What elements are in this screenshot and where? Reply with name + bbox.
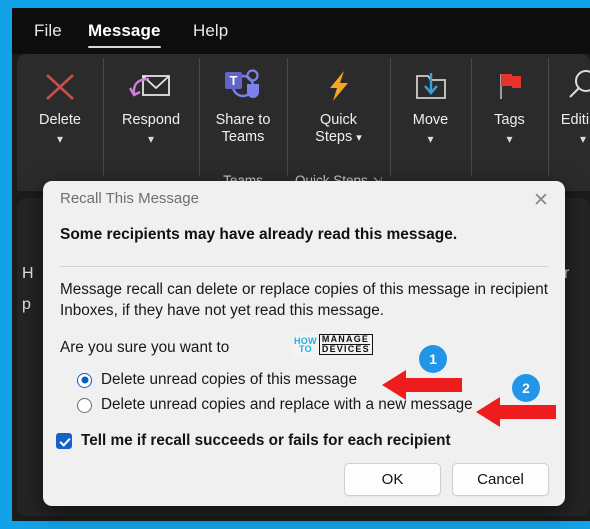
tab-file[interactable]: File [28, 19, 68, 43]
chevron-down-icon[interactable]: ▾ [580, 133, 586, 145]
annotation-badge-2: 2 [512, 374, 540, 402]
ribbon-label-move: Move [412, 112, 449, 128]
delete-x-icon [41, 63, 79, 109]
annotation-badge-1: 1 [419, 345, 447, 373]
message-body-line-1: H [22, 265, 34, 282]
message-body-line-2: p [22, 296, 31, 313]
checkbox-checked-icon[interactable] [56, 433, 72, 449]
microsoft-teams-icon: T [222, 63, 264, 109]
ribbon-label-share-to: Share to [215, 112, 271, 128]
watermark-right: MANAGE DEVICES [318, 334, 373, 355]
chevron-down-icon[interactable]: ▾ [427, 133, 433, 145]
ribbon-group-share-to-teams[interactable]: T Share to Teams Teams [199, 54, 287, 191]
ribbon-label-tags: Tags [494, 112, 525, 128]
radio-option-label-1: Delete unread copies of this message [101, 371, 357, 388]
tab-help[interactable]: Help [187, 19, 234, 43]
move-folder-arrow-icon [411, 63, 451, 109]
dialog-description: Message recall can delete or replace cop… [60, 281, 549, 319]
dialog-heading: Some recipients may have already read th… [60, 226, 458, 243]
ribbon-label-editing: Editing [560, 112, 590, 128]
watermark-left: HOW TO [294, 336, 317, 354]
checkbox-label: Tell me if recall succeeds or fails for … [81, 432, 451, 449]
respond-envelope-reply-icon [129, 63, 173, 109]
chevron-down-icon[interactable]: ▾ [57, 133, 63, 145]
ribbon-tab-bar: File Message Help [12, 8, 590, 54]
ribbon-group-editing[interactable]: Editing ▾ [548, 54, 590, 191]
radio-button-unselected[interactable] [77, 397, 92, 413]
ribbon-label-respond: Respond [121, 112, 181, 128]
ribbon-label-delete: Delete [39, 112, 81, 128]
radio-option-delete-unread[interactable]: Delete unread copies of this message [77, 371, 357, 389]
checkbox-tell-me-if-recall-succeeds[interactable]: Tell me if recall succeeds or fails for … [56, 432, 451, 450]
ribbon-label-teams: Teams [221, 129, 265, 145]
ribbon-label-steps: Steps ▾ [315, 129, 362, 147]
recall-this-message-dialog: Recall This Message ✕ Some recipients ma… [43, 181, 565, 506]
tags-flag-icon [492, 63, 528, 109]
watermark-manage: MANAGE [321, 334, 370, 344]
ribbon-group-move[interactable]: Move ▾ [390, 54, 471, 191]
ribbon-group-tags[interactable]: Tags ▾ [471, 54, 548, 191]
cancel-button[interactable]: Cancel [452, 463, 549, 496]
ribbon: Delete ▾ Respond ▾ T Share to Teams Quic… [17, 54, 590, 191]
svg-text:T: T [230, 73, 238, 88]
radio-button-selected[interactable] [77, 372, 92, 388]
dialog-question: Are you sure you want to [60, 339, 230, 356]
watermark-devices: DEVICES [321, 344, 370, 354]
annotation-arrow-2 [476, 397, 556, 427]
chevron-down-icon[interactable]: ▾ [148, 133, 154, 145]
dialog-divider [60, 266, 548, 267]
watermark-logo: HOW TO MANAGE DEVICES [292, 333, 375, 356]
dialog-title: Recall This Message [60, 190, 199, 207]
ribbon-label-quick: Quick [319, 112, 358, 128]
close-icon[interactable]: ✕ [526, 186, 556, 214]
ribbon-group-respond[interactable]: Respond ▾ [103, 54, 199, 191]
editing-magnifier-icon [564, 63, 590, 109]
watermark-to: TO [298, 343, 312, 354]
quick-steps-lightning-icon [322, 63, 356, 109]
ribbon-group-delete[interactable]: Delete ▾ [17, 54, 103, 191]
dialog-title-bar: Recall This Message ✕ [43, 181, 565, 218]
tab-message[interactable]: Message [82, 19, 167, 48]
ribbon-group-quick-steps[interactable]: Quick Steps ▾ Quick Steps⇲ [287, 54, 390, 191]
annotation-arrow-1 [382, 370, 462, 400]
ok-button[interactable]: OK [344, 463, 441, 496]
chevron-down-icon[interactable]: ▾ [356, 132, 362, 144]
chevron-down-icon[interactable]: ▾ [506, 133, 512, 145]
ribbon-label-steps-text: Steps [315, 129, 353, 145]
screenshot-root: File Message Help Delete ▾ Respond ▾ T S… [0, 0, 590, 529]
